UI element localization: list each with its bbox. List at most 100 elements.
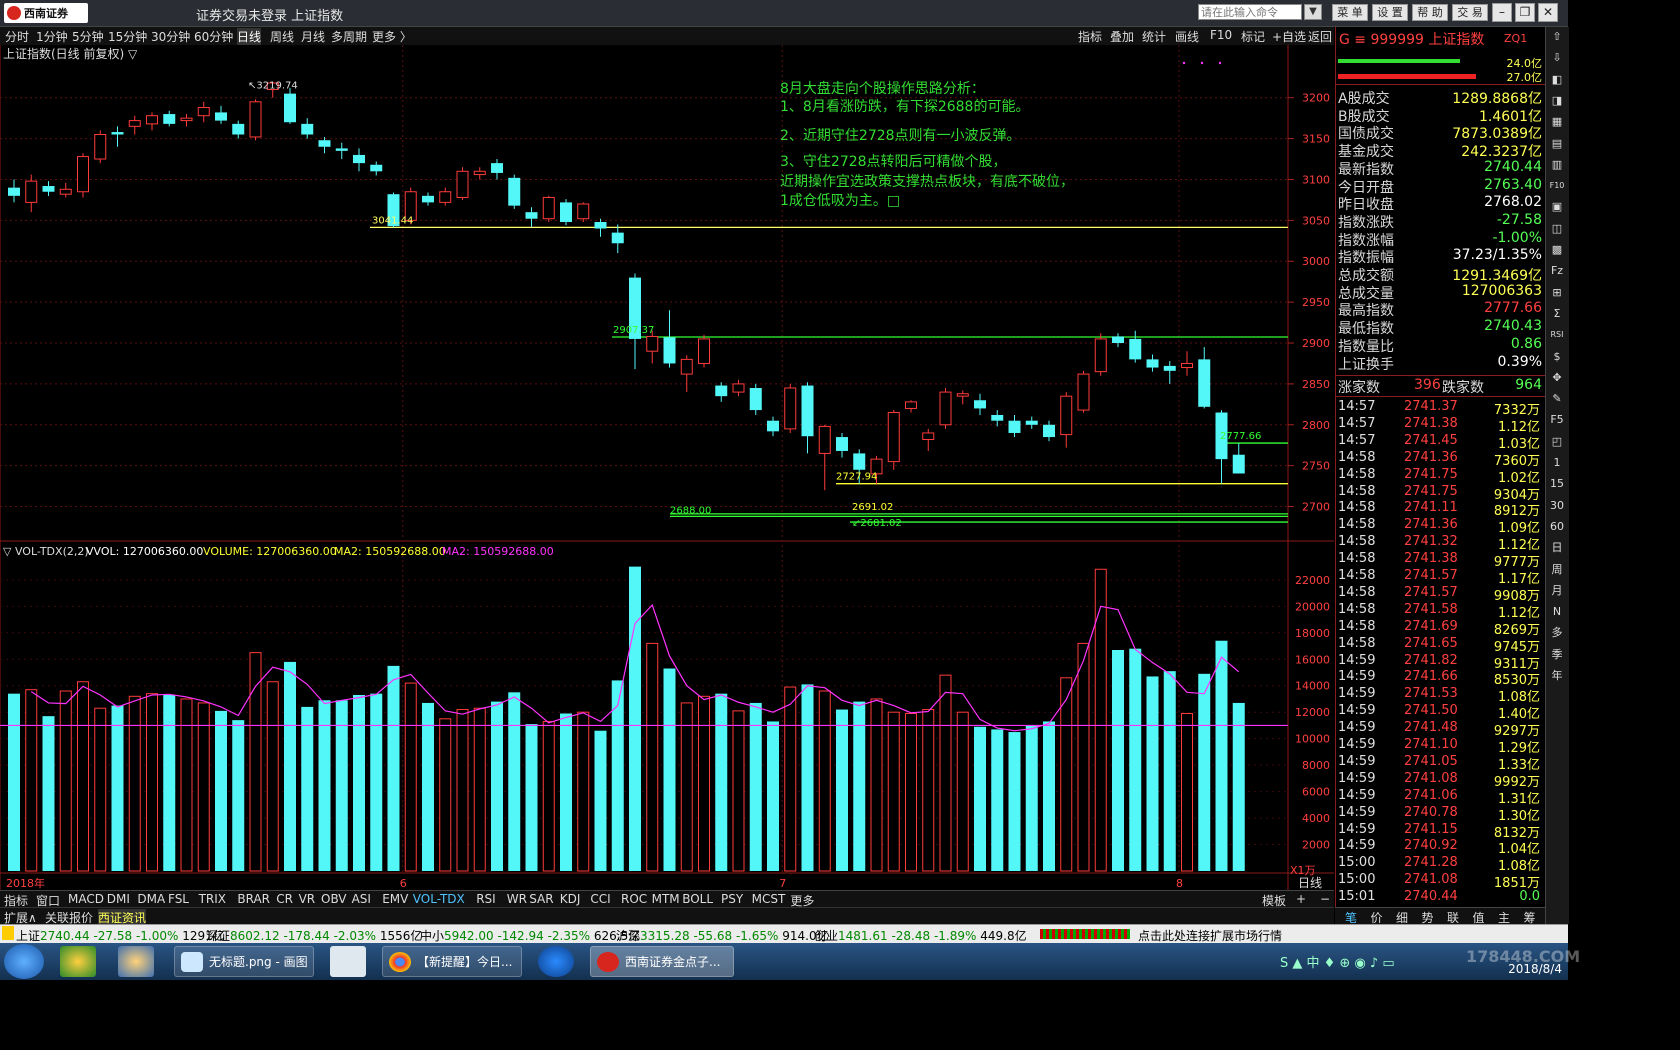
- side-tool-icon[interactable]: N: [1549, 604, 1565, 620]
- side-tool-icon[interactable]: 多: [1549, 625, 1565, 641]
- indicator-tab[interactable]: BOLL: [682, 892, 713, 906]
- period-tab[interactable]: 1分钟: [36, 28, 68, 45]
- period-tab[interactable]: 月线: [301, 28, 325, 45]
- side-tool-icon[interactable]: ◫: [1549, 221, 1565, 237]
- indicator-tab[interactable]: KDJ: [560, 892, 581, 906]
- pinned-app-icon[interactable]: [60, 946, 96, 977]
- side-tool-icon[interactable]: $: [1549, 349, 1565, 365]
- side-tool-icon[interactable]: F10: [1549, 178, 1565, 194]
- indicator-tab[interactable]: ROC: [621, 892, 647, 906]
- close-icon[interactable]: ✕: [1538, 3, 1558, 22]
- trade-button[interactable]: 交 易: [1452, 4, 1488, 21]
- indicator-tab[interactable]: FSL: [168, 892, 189, 906]
- indicator-tab[interactable]: DMA: [137, 892, 165, 906]
- indicator-tab[interactable]: WR: [507, 892, 527, 906]
- chart-tool-button[interactable]: 指标: [1078, 28, 1102, 45]
- side-tool-icon[interactable]: 季: [1549, 647, 1565, 663]
- start-button[interactable]: [4, 944, 44, 979]
- chart-tool-button[interactable]: 标记: [1241, 28, 1265, 45]
- period-tab[interactable]: 分时: [5, 28, 29, 45]
- market-index[interactable]: 创业1481.61 -28.48 -1.89% 449.8亿: [814, 927, 1027, 944]
- indicator-tab[interactable]: EMV: [382, 892, 408, 906]
- indicator-tab[interactable]: PSY: [721, 892, 743, 906]
- side-tool-icon[interactable]: ◨: [1549, 93, 1565, 109]
- indicator-tab[interactable]: MTM: [652, 892, 680, 906]
- indicator-tab[interactable]: BRAR: [237, 892, 270, 906]
- period-tab[interactable]: 15分钟: [108, 28, 147, 45]
- side-tool-icon[interactable]: ⊞: [1549, 285, 1565, 301]
- indicator-tab[interactable]: CR: [276, 892, 293, 906]
- settings-button[interactable]: 设 置: [1372, 4, 1408, 21]
- kline-chart[interactable]: 3200 3150 3100 3050 3000 2950 2900 2850 2800 2750…: [0, 45, 1334, 890]
- indicator-tab[interactable]: MACD: [68, 892, 104, 906]
- period-tab[interactable]: 5分钟: [72, 28, 104, 45]
- side-tool-icon[interactable]: 日: [1549, 540, 1565, 556]
- side-tool-icon[interactable]: ▥: [1549, 157, 1565, 173]
- tray-icons[interactable]: S ▲ 中 ♦ ⊕ ◉ ♪ ▭: [1280, 952, 1395, 971]
- market-index[interactable]: 中小5942.00 -142.94 -2.35% 626.5亿: [420, 927, 640, 944]
- side-tool-icon[interactable]: F5: [1549, 412, 1565, 428]
- pinned-app-icon[interactable]: [118, 946, 154, 977]
- side-tool-icon[interactable]: ✥: [1549, 370, 1565, 386]
- menu-button[interactable]: 菜 单: [1332, 4, 1368, 21]
- indicator-tab[interactable]: DMI: [107, 892, 130, 906]
- minimize-icon[interactable]: –: [1492, 3, 1512, 22]
- chart-tool-button[interactable]: 画线: [1175, 28, 1199, 45]
- chart-tool-button[interactable]: 叠加: [1110, 28, 1134, 45]
- side-tool-icon[interactable]: RSI: [1549, 327, 1565, 343]
- indicator-tab[interactable]: MCST: [752, 892, 786, 906]
- period-tab[interactable]: 30分钟: [151, 28, 190, 45]
- side-tool-icon[interactable]: ▤: [1549, 136, 1565, 152]
- side-tool-icon[interactable]: ◰: [1549, 434, 1565, 450]
- pinned-app-icon[interactable]: [330, 946, 366, 977]
- indicator-tab[interactable]: VOL-TDX: [413, 892, 465, 906]
- side-tool-icon[interactable]: ✎: [1549, 391, 1565, 407]
- pinned-app-icon[interactable]: [538, 946, 574, 977]
- taskbar-item-trading-app[interactable]: 西南证券金点子...: [590, 946, 734, 977]
- template-button[interactable]: +: [1296, 892, 1306, 906]
- command-dropdown-icon[interactable]: ▼: [1304, 4, 1322, 20]
- indicator-tab[interactable]: VR: [299, 892, 316, 906]
- market-index[interactable]: 上证2740.44 -27.58 -1.00% 1291亿: [16, 927, 225, 944]
- side-tool-icon[interactable]: ▣: [1549, 199, 1565, 215]
- chart-tool-button[interactable]: 返回: [1308, 28, 1332, 45]
- indicator-tab[interactable]: RSI: [476, 892, 496, 906]
- side-tool-icon[interactable]: ⇧: [1549, 29, 1565, 45]
- side-tool-icon[interactable]: ⇩: [1549, 50, 1565, 66]
- indicator-tab[interactable]: CCI: [590, 892, 610, 906]
- taskbar-item-paint[interactable]: 无标题.png - 画图: [174, 946, 314, 977]
- help-button[interactable]: 帮 助: [1412, 4, 1448, 21]
- side-tool-icon[interactable]: Fz: [1549, 263, 1565, 279]
- period-tab[interactable]: 多周期: [331, 28, 367, 45]
- taskbar-item-browser[interactable]: 【新提醒】今日...: [382, 946, 522, 977]
- command-input[interactable]: 请在此输入命令: [1198, 4, 1302, 20]
- side-tool-icon[interactable]: ▦: [1549, 114, 1565, 130]
- market-index[interactable]: 沪深3315.28 -55.68 -1.65% 914.0亿: [616, 927, 829, 944]
- period-tab[interactable]: 60分钟: [194, 28, 233, 45]
- indicator-tab[interactable]: OBV: [321, 892, 347, 906]
- indicator-tab[interactable]: SAR: [529, 892, 553, 906]
- extended-market-link[interactable]: 点击此处连接扩展市场行情: [1138, 927, 1282, 944]
- indicator-tab[interactable]: ASI: [352, 892, 371, 906]
- side-tool-icon[interactable]: 月: [1549, 583, 1565, 599]
- side-tool-icon[interactable]: 1: [1549, 455, 1565, 471]
- period-tab[interactable]: 日线: [237, 28, 262, 45]
- side-tool-icon[interactable]: ▩: [1549, 242, 1565, 258]
- chart-tool-button[interactable]: F10: [1210, 28, 1232, 42]
- period-tab[interactable]: 更多 〉: [372, 28, 412, 45]
- side-tool-icon[interactable]: 年: [1549, 668, 1565, 684]
- side-tool-icon[interactable]: Σ: [1549, 306, 1565, 322]
- side-tool-icon[interactable]: 周: [1549, 562, 1565, 578]
- side-tool-icon[interactable]: ◧: [1549, 72, 1565, 88]
- template-button[interactable]: −: [1320, 892, 1330, 906]
- side-tool-icon[interactable]: 60: [1549, 519, 1565, 535]
- chart-tool-button[interactable]: +自选: [1272, 28, 1306, 45]
- side-tool-icon[interactable]: 15: [1549, 476, 1565, 492]
- restore-icon[interactable]: ❐: [1515, 3, 1535, 22]
- period-tab[interactable]: 周线: [270, 28, 294, 45]
- chart-tool-button[interactable]: 统计: [1142, 28, 1166, 45]
- window-title: 证券交易未登录 上证指数: [196, 9, 344, 24]
- market-index[interactable]: 深证8602.12 -178.44 -2.03% 1556亿: [206, 927, 422, 944]
- indicator-tab[interactable]: TRIX: [199, 892, 226, 906]
- side-tool-icon[interactable]: 30: [1549, 498, 1565, 514]
